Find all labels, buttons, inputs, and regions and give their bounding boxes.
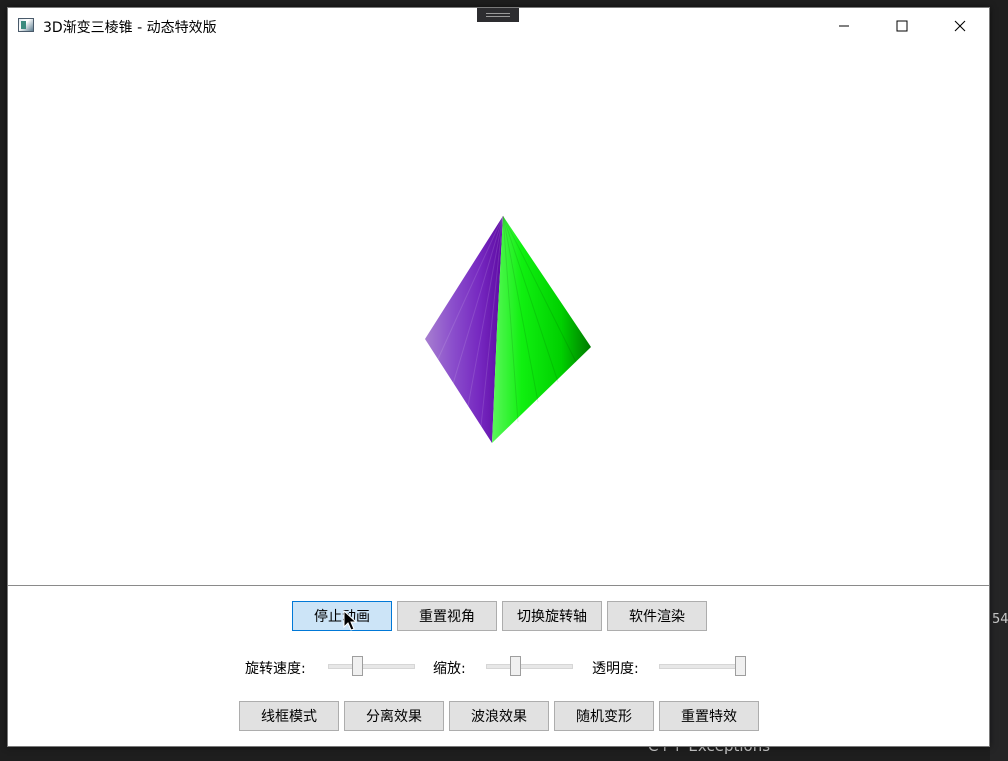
panel-divider — [8, 585, 989, 586]
slider-thumb[interactable] — [735, 656, 746, 676]
wireframe-mode-button[interactable]: 线框模式 — [239, 701, 339, 731]
wave-effect-button[interactable]: 波浪效果 — [449, 701, 549, 731]
maximize-icon — [896, 20, 908, 32]
title-bar[interactable]: 3D渐变三棱锥 - 动态特效版 — [8, 8, 989, 44]
app-window: 3D渐变三棱锥 - 动态特效版 停止动画 重置视角 切换旋转轴 软件渲染 旋转速… — [7, 7, 990, 747]
slider-thumb[interactable] — [509, 656, 521, 676]
rotation-speed-slider[interactable] — [328, 656, 415, 676]
random-deform-button[interactable]: 随机变形 — [554, 701, 654, 731]
app-icon — [18, 18, 34, 32]
opacity-slider[interactable] — [659, 656, 746, 676]
separation-effect-button[interactable]: 分离效果 — [344, 701, 444, 731]
drag-grip-icon[interactable] — [477, 8, 519, 22]
stop-animation-button[interactable]: 停止动画 — [292, 601, 392, 631]
zoom-slider[interactable] — [486, 656, 573, 676]
slider-track — [659, 664, 746, 669]
3d-viewport[interactable] — [8, 44, 989, 585]
toggle-rotation-axis-button[interactable]: 切换旋转轴 — [502, 601, 602, 631]
minimize-button[interactable] — [815, 8, 873, 44]
opacity-label: 透明度: — [592, 661, 639, 677]
rotation-speed-label: 旋转速度: — [245, 661, 306, 677]
close-button[interactable] — [931, 8, 989, 44]
slider-track — [328, 664, 415, 669]
pyramid-face-green — [492, 216, 591, 443]
background-side-number: 54 — [992, 612, 1008, 627]
reset-effects-button[interactable]: 重置特效 — [659, 701, 759, 731]
reset-view-button[interactable]: 重置视角 — [397, 601, 497, 631]
zoom-label: 缩放: — [433, 661, 466, 677]
window-title: 3D渐变三棱锥 - 动态特效版 — [43, 20, 217, 36]
pyramid-render — [425, 215, 591, 443]
slider-track — [486, 664, 573, 669]
maximize-button[interactable] — [873, 8, 931, 44]
mouse-cursor-icon — [343, 610, 358, 631]
close-icon — [954, 20, 966, 32]
minimize-icon — [839, 25, 849, 27]
slider-thumb[interactable] — [351, 656, 363, 676]
software-render-button[interactable]: 软件渲染 — [607, 601, 707, 631]
